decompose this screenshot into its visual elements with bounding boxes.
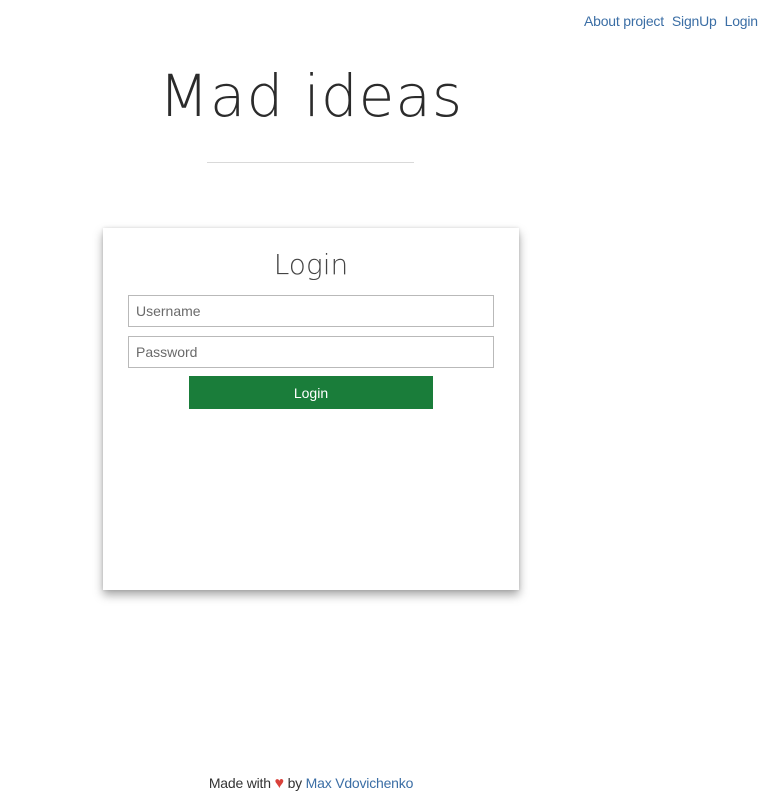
nav-about-link[interactable]: About project (584, 13, 664, 29)
top-nav: About project SignUp Login (584, 13, 766, 29)
title-divider (207, 162, 414, 163)
footer-by: by (287, 775, 303, 791)
login-card-title: Login (273, 248, 349, 281)
footer-made-with: Made with (208, 775, 271, 791)
heart-icon: ♥ (274, 775, 285, 792)
site-title: Mad ideas (158, 62, 464, 130)
nav-login-link[interactable]: Login (725, 13, 758, 29)
username-input[interactable] (128, 295, 494, 327)
footer: Made with ♥ by Max Vdovichenko (0, 775, 622, 793)
login-card: Login Login (103, 228, 519, 590)
password-input[interactable] (128, 336, 494, 368)
login-button[interactable]: Login (189, 376, 433, 409)
page: About project SignUp Login Mad ideas Login… (0, 0, 767, 812)
author-link[interactable]: Max Vdovichenko (306, 775, 414, 791)
nav-signup-link[interactable]: SignUp (672, 13, 717, 29)
